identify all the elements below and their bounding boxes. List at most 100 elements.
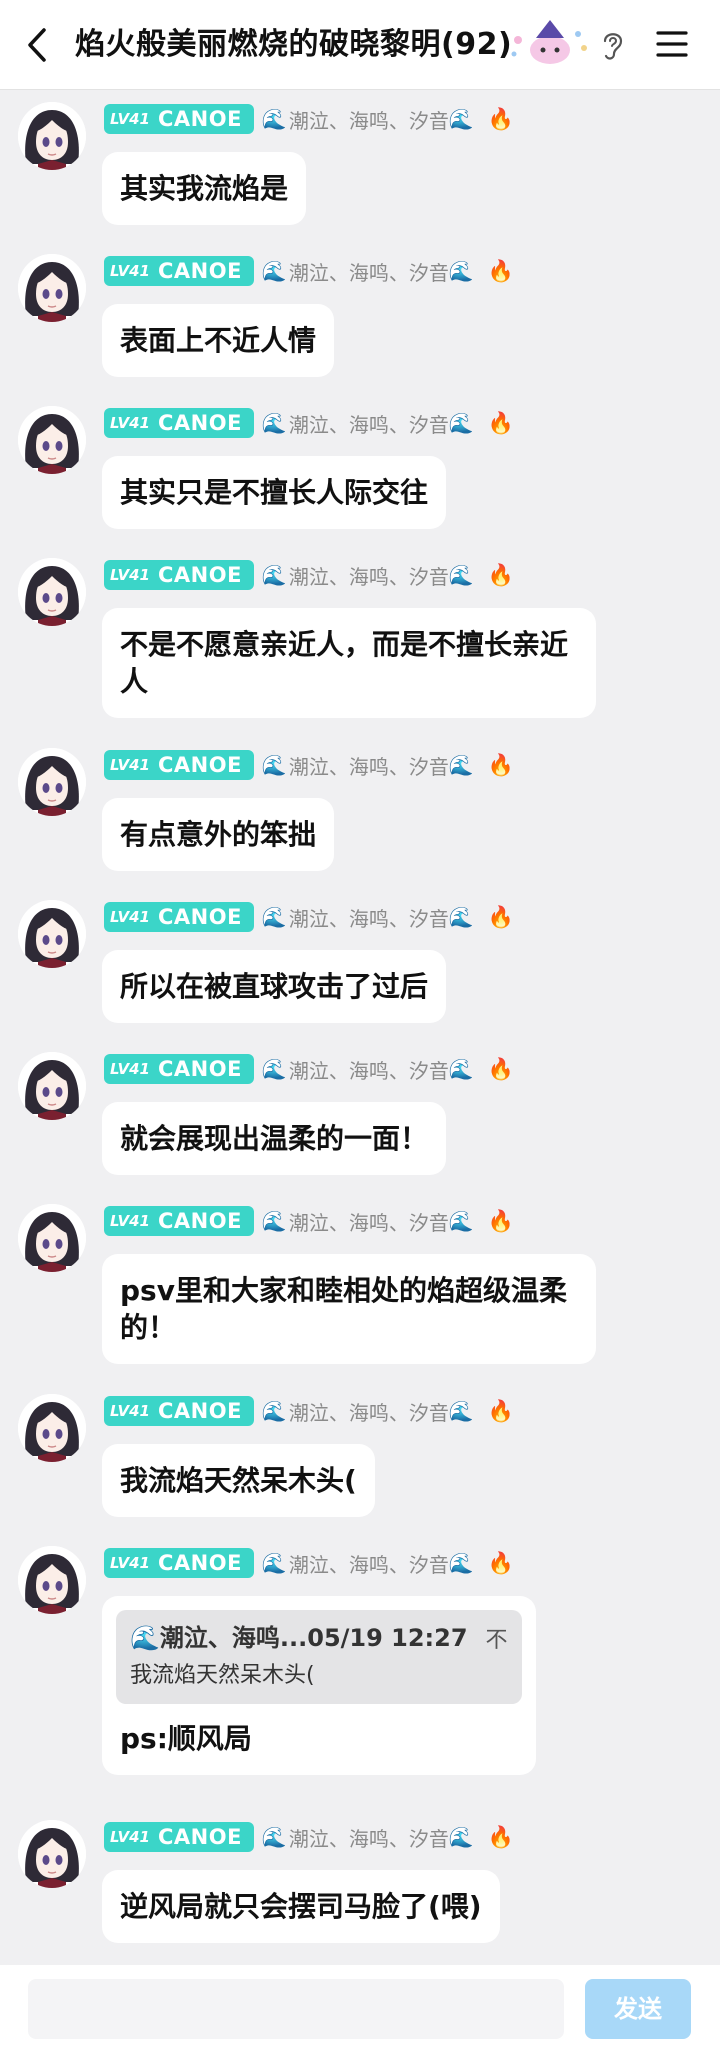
fan-group-label: 潮泣、海鸣、汐音: [288, 754, 449, 779]
level-badge[interactable]: LV41 CANOE: [104, 1822, 254, 1852]
level-badge[interactable]: LV41 CANOE: [104, 104, 254, 134]
send-button[interactable]: 发送: [585, 1979, 691, 2039]
message-bubble[interactable]: 有点意外的笨拙: [102, 798, 335, 871]
composer-bar: 发送: [0, 1965, 720, 2053]
message-text: 逆风局就只会摆司马脸了(喂): [120, 1890, 482, 1923]
wave-emoji: 🌊: [261, 1825, 287, 1849]
back-icon[interactable]: [16, 20, 62, 70]
sender-name: CANOE: [157, 1399, 242, 1423]
sender-name: CANOE: [157, 107, 242, 131]
message-row: LV41 CANOE 🌊 潮泣、海鸣、汐音 🌊 🔥 有点意外的笨拙: [0, 736, 720, 888]
top-bar: 焰火般美丽燃烧的破晓黎明(92): [0, 0, 720, 90]
level-badge[interactable]: LV41 CANOE: [104, 750, 254, 780]
wave-emoji: 🌊: [261, 259, 287, 283]
fire-emoji: 🔥: [487, 1550, 514, 1575]
level-badge[interactable]: LV41 CANOE: [104, 1548, 254, 1578]
wave-emoji: 🌊: [448, 411, 474, 435]
avatar[interactable]: [18, 1546, 86, 1614]
message-bubble[interactable]: psv里和大家和睦相处的焰超级温柔的！: [102, 1254, 596, 1364]
fan-group-label: 潮泣、海鸣、汐音: [288, 1210, 449, 1235]
message-bubble[interactable]: 逆风局就只会摆司马脸了(喂): [102, 1870, 500, 1943]
message-bubble[interactable]: 所以在被直球攻击了过后: [102, 950, 447, 1023]
sender-name: CANOE: [157, 411, 242, 435]
sender-meta: LV41 CANOE 🌊 潮泣、海鸣、汐音 🌊 🔥: [104, 104, 514, 134]
level-badge[interactable]: LV41 CANOE: [104, 256, 254, 286]
level-label: LV41: [110, 756, 150, 774]
message-bubble[interactable]: 表面上不近人情: [102, 304, 335, 377]
sender-meta: LV41 CANOE 🌊 潮泣、海鸣、汐音 🌊 🔥: [104, 256, 514, 286]
wave-emoji: 🌊: [448, 107, 474, 131]
sender-meta: LV41 CANOE 🌊 潮泣、海鸣、汐音 🌊 🔥: [104, 408, 514, 438]
level-badge[interactable]: LV41 CANOE: [104, 1206, 254, 1236]
avatar[interactable]: [18, 900, 86, 968]
wave-emoji: 🌊: [261, 753, 287, 777]
message-row: LV41 CANOE 🌊 潮泣、海鸣、汐音 🌊 🔥 psv里和大家和睦相处的焰超…: [0, 1192, 720, 1382]
message-text: 不是不愿意亲近人，而是不擅长亲近人: [120, 628, 569, 698]
message-row: LV41 CANOE 🌊 潮泣、海鸣、汐音 🌊 🔥 不是不愿意亲近人，而是不擅长…: [0, 546, 720, 736]
fan-group-label: 潮泣、海鸣、汐音: [288, 260, 449, 285]
message-bubble[interactable]: 我流焰天然呆木头(: [102, 1444, 375, 1517]
ear-icon[interactable]: [596, 26, 630, 64]
level-label: LV41: [110, 908, 150, 926]
avatar[interactable]: [18, 1820, 86, 1888]
avatar[interactable]: [18, 406, 86, 474]
avatar[interactable]: [18, 1394, 86, 1462]
fan-group-label: 潮泣、海鸣、汐音: [288, 906, 449, 931]
fire-emoji: 🔥: [487, 258, 514, 283]
message-text: psv里和大家和睦相处的焰超级温柔的！: [120, 1274, 567, 1344]
quote-fold-toggle[interactable]: 不: [486, 1622, 508, 1659]
wave-emoji: 🌊: [261, 1057, 287, 1081]
sender-name: CANOE: [157, 563, 242, 587]
wave-emoji: 🌊: [448, 905, 474, 929]
message-row: LV41 CANOE 🌊 潮泣、海鸣、汐音 🌊 🔥 表面上不近人情: [0, 242, 720, 394]
avatar[interactable]: [18, 558, 86, 626]
wave-emoji: 🌊: [448, 259, 474, 283]
fan-group-label: 潮泣、海鸣、汐音: [288, 108, 449, 133]
sender-meta: LV41 CANOE 🌊 潮泣、海鸣、汐音 🌊 🔥: [104, 1054, 514, 1084]
wave-emoji: 🌊: [261, 1551, 287, 1575]
fire-emoji: 🔥: [487, 106, 514, 131]
menu-icon[interactable]: [652, 24, 692, 64]
avatar[interactable]: [18, 102, 86, 170]
level-badge[interactable]: LV41 CANOE: [104, 560, 254, 590]
level-label: LV41: [110, 110, 150, 128]
fan-group-label: 潮泣、海鸣、汐音: [288, 1826, 449, 1851]
message-row: LV41 CANOE 🌊 潮泣、海鸣、汐音 🌊 🔥 就会展现出温柔的一面！: [0, 1040, 720, 1192]
wave-emoji: 🌊: [261, 563, 287, 587]
avatar[interactable]: [18, 1052, 86, 1120]
quoted-message[interactable]: 🌊潮泣、海鸣...05/19 12:27 不 我流焰天然呆木头(: [116, 1610, 522, 1704]
fan-group-label: 潮泣、海鸣、汐音: [288, 412, 449, 437]
message-bubble[interactable]: 不是不愿意亲近人，而是不擅长亲近人: [102, 608, 596, 718]
sender-name: CANOE: [157, 1057, 242, 1081]
level-label: LV41: [110, 262, 150, 280]
fan-group-label: 潮泣、海鸣、汐音: [288, 1058, 449, 1083]
message-bubble[interactable]: 就会展现出温柔的一面！: [102, 1102, 447, 1175]
quote-text: 我流焰天然呆木头(: [130, 1663, 315, 1688]
sender-name: CANOE: [157, 1209, 242, 1233]
message-input[interactable]: [28, 1979, 564, 2039]
sender-name: CANOE: [157, 1825, 242, 1849]
message-bubble[interactable]: 其实只是不擅长人际交往: [102, 456, 447, 529]
level-badge[interactable]: LV41 CANOE: [104, 1054, 254, 1084]
sender-name: CANOE: [157, 753, 242, 777]
level-badge[interactable]: LV41 CANOE: [104, 408, 254, 438]
avatar[interactable]: [18, 254, 86, 322]
message-bubble[interactable]: 🌊潮泣、海鸣...05/19 12:27 不 我流焰天然呆木头( ps:顺风局: [102, 1596, 536, 1775]
level-badge[interactable]: LV41 CANOE: [104, 902, 254, 932]
wave-emoji: 🌊: [448, 1209, 474, 1233]
wave-emoji: 🌊: [261, 411, 287, 435]
level-label: LV41: [110, 566, 150, 584]
message-text: 其实我流焰是: [120, 172, 289, 205]
level-badge[interactable]: LV41 CANOE: [104, 1396, 254, 1426]
level-label: LV41: [110, 1402, 150, 1420]
wave-emoji: 🌊: [448, 563, 474, 587]
fire-emoji: 🔥: [487, 904, 514, 929]
level-label: LV41: [110, 1828, 150, 1846]
fan-group-label: 潮泣、海鸣、汐音: [288, 1400, 449, 1425]
avatar[interactable]: [18, 748, 86, 816]
avatar[interactable]: [18, 1204, 86, 1272]
fan-group-label: 潮泣、海鸣、汐音: [288, 564, 449, 589]
message-text: 就会展现出温柔的一面！: [120, 1122, 429, 1155]
message-bubble[interactable]: 其实我流焰是: [102, 152, 307, 225]
level-label: LV41: [110, 1554, 150, 1572]
